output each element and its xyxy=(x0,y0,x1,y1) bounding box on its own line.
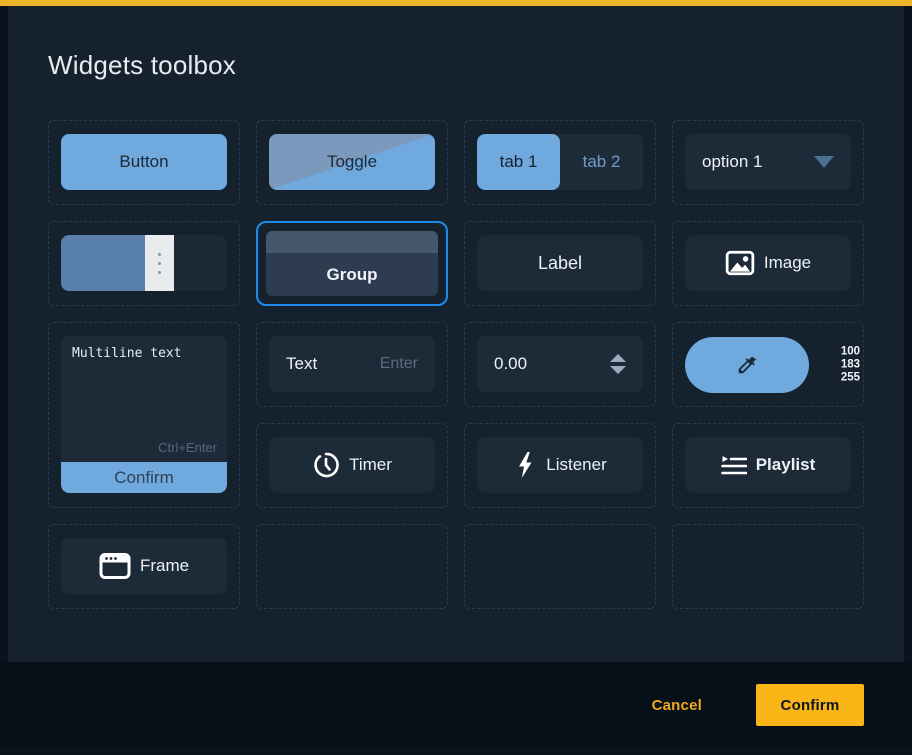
multiline-shortcut-hint: Ctrl+Enter xyxy=(158,440,217,455)
multiline-text-value: Multiline text xyxy=(72,346,182,361)
group-label: Group xyxy=(266,253,438,296)
playlist-widget[interactable]: Playlist xyxy=(685,437,851,493)
cell-text-input[interactable]: Text Enter xyxy=(256,322,448,407)
slider-fill xyxy=(61,235,145,291)
timer-label: Timer xyxy=(349,455,392,475)
number-stepper[interactable] xyxy=(610,354,626,374)
cell-slider[interactable] xyxy=(48,221,240,306)
text-input-value: Text xyxy=(286,354,317,374)
eyedropper-icon xyxy=(736,354,758,376)
stepper-down-icon[interactable] xyxy=(610,366,626,374)
label-widget[interactable]: Label xyxy=(477,235,643,291)
timer-widget[interactable]: Timer xyxy=(269,437,435,493)
color-g-value: 183 xyxy=(841,358,860,371)
playlist-label: Playlist xyxy=(756,455,816,475)
color-b-value: 255 xyxy=(841,371,860,384)
slider-handle[interactable] xyxy=(145,235,174,291)
slider-grip-icon xyxy=(158,271,161,274)
cell-frame[interactable]: Frame xyxy=(48,524,240,609)
text-input-placeholder: Enter xyxy=(380,355,418,373)
playlist-icon xyxy=(721,453,747,477)
listener-widget[interactable]: Listener xyxy=(477,437,643,493)
cancel-button[interactable]: Cancel xyxy=(646,696,708,715)
cell-color-picker[interactable]: 100 183 255 xyxy=(672,322,864,407)
tabs-widget[interactable]: tab 1 tab 2 xyxy=(477,134,643,190)
select-widget[interactable]: option 1 xyxy=(685,134,851,190)
button-widget[interactable]: Button xyxy=(61,134,227,190)
cell-empty-2 xyxy=(464,524,656,609)
tab-1[interactable]: tab 1 xyxy=(477,134,560,190)
cell-group[interactable]: Group xyxy=(256,221,448,306)
text-input-widget[interactable]: Text Enter xyxy=(269,336,435,392)
timer-icon xyxy=(312,451,340,479)
image-icon xyxy=(725,248,755,278)
cell-listener[interactable]: Listener xyxy=(464,423,656,508)
chevron-down-icon xyxy=(814,156,834,168)
slider-grip-icon xyxy=(158,262,161,265)
multiline-widget[interactable]: Multiline text Ctrl+Enter Confirm xyxy=(61,336,227,493)
number-value: 0.00 xyxy=(494,354,527,374)
cell-tabs[interactable]: tab 1 tab 2 xyxy=(464,120,656,205)
widget-grid: Button Toggle tab 1 tab 2 option 1 xyxy=(48,120,864,609)
select-value: option 1 xyxy=(702,152,763,172)
group-widget[interactable]: Group xyxy=(266,231,438,296)
confirm-button[interactable]: Confirm xyxy=(756,684,864,726)
cell-multiline[interactable]: Multiline text Ctrl+Enter Confirm xyxy=(48,322,240,508)
lightning-bolt-icon xyxy=(513,451,537,479)
cell-empty-1 xyxy=(256,524,448,609)
image-label: Image xyxy=(764,253,811,273)
color-picker-button[interactable] xyxy=(685,337,809,393)
number-input-widget[interactable]: 0.00 xyxy=(477,336,643,392)
stepper-up-icon[interactable] xyxy=(610,354,626,362)
tab-2[interactable]: tab 2 xyxy=(560,134,643,190)
frame-label: Frame xyxy=(140,556,189,576)
widgets-toolbox-dialog: Widgets toolbox Button Toggle tab 1 tab … xyxy=(8,6,904,662)
cell-select[interactable]: option 1 xyxy=(672,120,864,205)
cell-number-input[interactable]: 0.00 xyxy=(464,322,656,407)
page-title: Widgets toolbox xyxy=(48,50,236,81)
dialog-footer: Cancel Confirm xyxy=(0,662,912,748)
color-rgb-values: 100 183 255 xyxy=(841,345,860,384)
group-header-bar xyxy=(266,231,438,253)
frame-icon xyxy=(99,552,131,580)
image-widget[interactable]: Image xyxy=(685,235,851,291)
cell-empty-3 xyxy=(672,524,864,609)
cell-label[interactable]: Label xyxy=(464,221,656,306)
color-r-value: 100 xyxy=(841,345,860,358)
slider-widget[interactable] xyxy=(61,235,227,291)
toggle-widget[interactable]: Toggle xyxy=(269,134,435,190)
slider-grip-icon xyxy=(158,253,161,256)
cell-image[interactable]: Image xyxy=(672,221,864,306)
cell-button[interactable]: Button xyxy=(48,120,240,205)
listener-label: Listener xyxy=(546,455,606,475)
cell-toggle[interactable]: Toggle xyxy=(256,120,448,205)
frame-widget[interactable]: Frame xyxy=(61,538,227,594)
cell-timer[interactable]: Timer xyxy=(256,423,448,508)
multiline-confirm-button[interactable]: Confirm xyxy=(61,462,227,493)
cell-playlist[interactable]: Playlist xyxy=(672,423,864,508)
